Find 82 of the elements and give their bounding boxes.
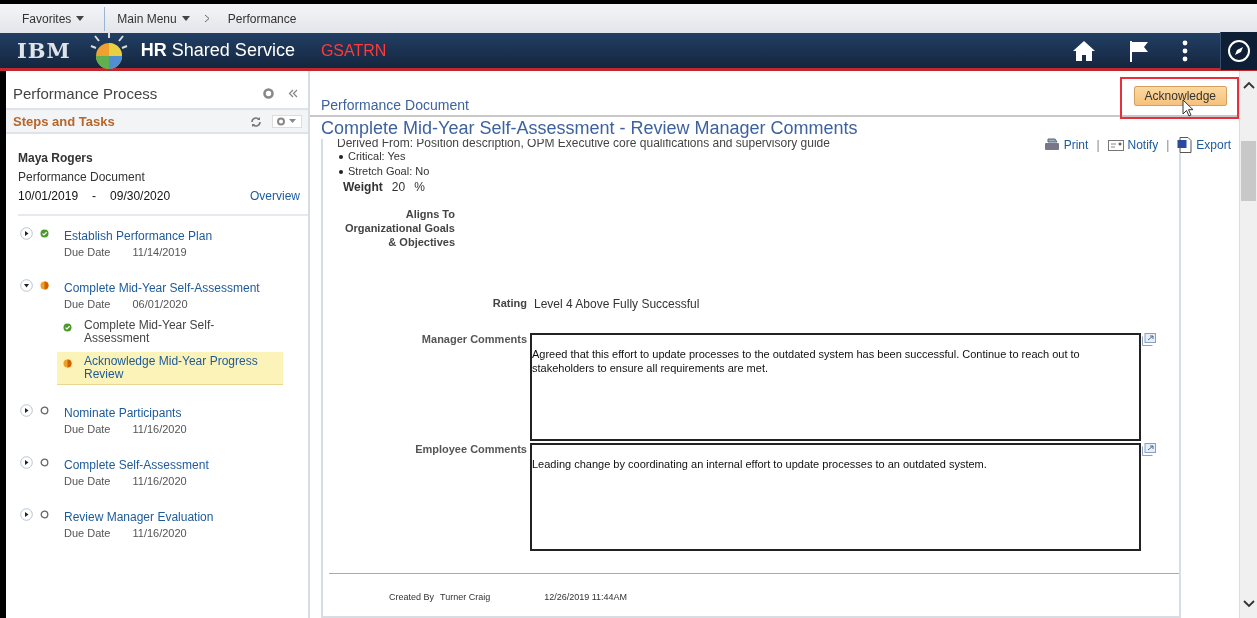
step-link[interactable]: Review Manager Evaluation [64,509,214,525]
field-label: Weight [343,179,383,195]
actions-menu-button[interactable] [272,115,302,128]
compass-icon[interactable] [1227,38,1251,63]
caret-icon [181,16,190,21]
due-date: 11/16/2020 [132,423,187,435]
start-date: 10/01/2019 [18,188,79,205]
due-date: 06/01/2020 [132,298,188,310]
field-label: Manager Comments [420,333,528,345]
due-date: 11/16/2020 [132,475,187,487]
created-date: 12/26/2019 11:44AM [544,592,628,602]
action-link[interactable]: Export [1196,138,1231,152]
bullet-text: Stretch Goal: No [348,164,430,179]
expand-toggle-icon[interactable] [20,227,33,240]
expand-icon[interactable] [1142,333,1156,346]
action-link[interactable]: Print [1063,138,1089,152]
collapse-icon[interactable] [288,89,298,98]
settings-icon[interactable] [263,88,274,99]
people-logo-icon [88,31,129,70]
step-link[interactable]: Nominate Participants [64,405,187,421]
creator-name: Turner Craig [440,592,491,602]
flag-icon[interactable] [1128,39,1150,62]
nav-menu-item[interactable]: Favorites [10,6,106,31]
page-subtitle: Performance Document [321,97,470,115]
home-icon[interactable] [1072,39,1096,62]
expand-toggle-icon[interactable] [20,508,33,521]
scroll-down-icon[interactable] [1242,600,1255,608]
weight-value: 20 [391,179,406,195]
document-type: Performance Document [18,169,146,186]
due-date-label: Due Date [64,423,111,435]
logo: IBM [17,38,71,63]
section-title: Steps and Tasks [13,114,116,129]
envelope-icon[interactable] [1107,139,1124,151]
date-separator: - [92,188,97,205]
unit-label: % [414,179,425,195]
nav-menu-item[interactable]: Performance [215,11,309,26]
refresh-icon[interactable] [250,115,262,128]
selected-task-item[interactable]: Acknowledge Mid-Year Progress Review [57,352,283,385]
due-date-label: Due Date [64,246,111,258]
task-item[interactable]: Complete Mid-Year Self-Assessment [57,316,283,348]
step-link[interactable]: Complete Self-Assessment [64,457,209,473]
employee-name: Maya Rogers [18,150,94,167]
due-date-label: Due Date [64,527,111,539]
due-date-label: Due Date [64,298,111,310]
separator: | [1166,138,1170,152]
more-menu-icon[interactable] [1182,39,1188,62]
step-link[interactable]: Complete Mid-Year Self-Assessment [64,280,260,296]
expand-toggle-icon[interactable] [20,456,33,469]
end-date: 09/30/2020 [110,188,171,205]
rating-value: Level 4 Above Fully Successful [534,297,700,311]
derived-from-text: Derived From: Position description, OPM Executive core qualifications and supervisory guide [337,139,830,149]
bullet-icon [339,169,343,174]
overview-link[interactable]: Overview [250,186,300,206]
due-date-label: Due Date [64,475,111,487]
environment-label: GSATRN [320,41,387,60]
document-icon[interactable] [1177,137,1193,153]
step-link[interactable]: Establish Performance Plan [64,228,213,244]
due-date: 11/14/2019 [132,246,187,258]
action-link[interactable]: Notify [1127,138,1159,152]
expand-toggle-icon[interactable] [20,404,33,417]
collapse-toggle-icon[interactable] [20,279,33,292]
nav-menu-item[interactable]: Main Menu [105,11,202,26]
chevron-icon [203,14,210,23]
expand-icon[interactable] [1142,443,1156,456]
comment-box[interactable]: Agreed that this effort to update processes to the outdated system has been successful. Continue to reach out to stakeholders to ensure all requirements are met. [530,333,1141,441]
panel-title: Performance Process [13,85,159,102]
app-title: HR Shared Service [140,40,295,61]
scrollbar-thumb[interactable] [1241,141,1256,201]
field-label: Rating [491,297,527,311]
comment-box[interactable]: Leading change by coordinating an internal effort to update processes to an outdated system. [530,443,1141,551]
field-label: Employee Comments [414,443,528,455]
acknowledge-button[interactable]: Acknowledge [1133,86,1227,106]
due-date: 11/16/2020 [132,527,187,539]
field-label: Aligns To Organizational Goals & Objectives [343,207,455,249]
caret-icon [76,16,85,21]
separator: | [1096,138,1100,152]
page-title: Complete Mid-Year Self-Assessment - Review Manager Comments [321,118,858,138]
created-by-label: Created By [389,592,435,602]
printer-icon[interactable] [1043,138,1060,152]
bullet-text: Critical: Yes [348,149,406,164]
scroll-up-icon[interactable] [1242,81,1255,89]
bullet-icon [339,154,343,159]
